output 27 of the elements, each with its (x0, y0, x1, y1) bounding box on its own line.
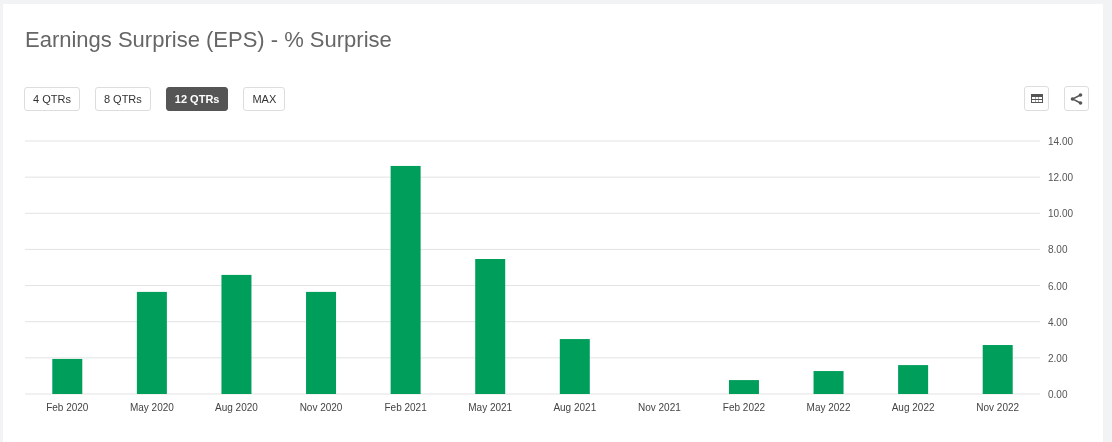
axis-label: Aug 2020 (215, 402, 258, 413)
axis-label: Feb 2020 (46, 402, 89, 413)
axis-label: 6.00 (1048, 280, 1068, 292)
axis-label: Feb 2022 (722, 402, 766, 413)
chart-title: Earnings Surprise (EPS) - % Surprise (24, 26, 393, 53)
axis-label: 14.00 (1048, 136, 1074, 147)
axis-label: 8.00 (1048, 244, 1068, 256)
axis-label: Nov 2022 (976, 402, 1020, 413)
axis-label: Nov 2021 (637, 402, 681, 413)
axis-label: Feb 2021 (384, 402, 427, 413)
axis-label: 2.00 (1048, 352, 1068, 364)
table-icon[interactable] (1024, 86, 1049, 111)
range-button[interactable]: 12 QTRs (165, 86, 229, 111)
axis-label: May 2022 (806, 402, 851, 413)
axis-label: 12.00 (1048, 172, 1074, 184)
axis-label: May 2020 (129, 402, 174, 413)
range-button[interactable]: 8 QTRs (94, 86, 151, 111)
axis-label: Aug 2022 (891, 402, 935, 413)
axis-label: May 2021 (468, 402, 513, 413)
axis-label: 10.00 (1048, 208, 1074, 220)
range-button[interactable]: MAX (243, 86, 286, 111)
range-button[interactable]: 4 QTRs (24, 86, 80, 111)
axis-label: 4.00 (1048, 316, 1068, 328)
axis-label: Nov 2020 (299, 402, 343, 413)
share-icon[interactable] (1064, 86, 1089, 111)
axis-label: 0.00 (1048, 389, 1068, 400)
axis-label: Aug 2021 (553, 402, 597, 413)
